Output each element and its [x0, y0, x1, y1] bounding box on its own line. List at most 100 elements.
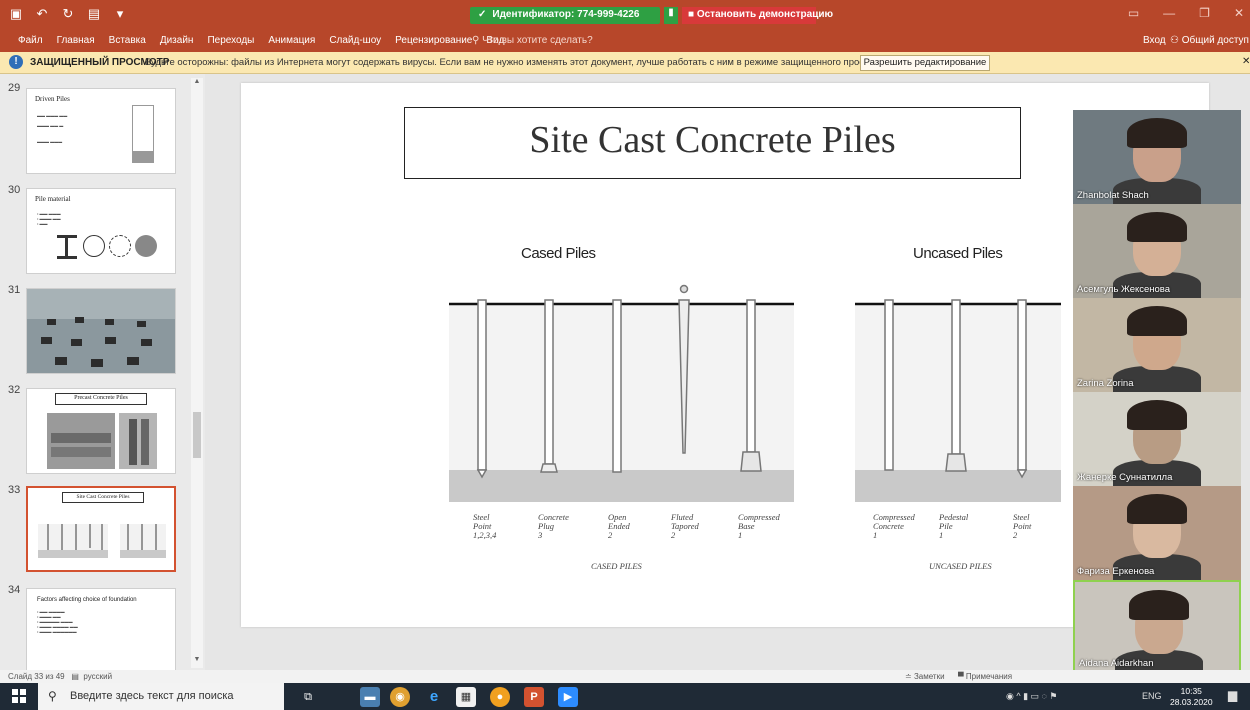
scroll-down-icon[interactable]: ▼ — [191, 656, 203, 668]
caption-pedestal-pile: Pedestal Pile 1 — [939, 512, 969, 540]
pile-diagram — [132, 105, 154, 155]
thumbnail-text: • ▬▬▬ ▬▬▬▬▬▬ — [37, 629, 77, 634]
customize-qat-icon[interactable]: ▾ — [112, 6, 128, 22]
redo-icon[interactable]: ↻ — [60, 6, 76, 22]
proofing-icon[interactable]: ▤ — [71, 672, 79, 681]
slide-canvas[interactable]: Site Cast Concrete Piles Cased Piles Unc… — [241, 83, 1209, 627]
participant-name: Zarina Zorina — [1077, 378, 1134, 389]
edge-icon[interactable]: e — [424, 687, 444, 707]
notification-icon[interactable]: ▆ — [1228, 688, 1237, 702]
uncased-piles-heading: Uncased Piles — [913, 245, 1003, 262]
precast-photos — [47, 413, 157, 469]
clock[interactable]: 10:35 28.03.2020 — [1170, 686, 1213, 708]
menu-tab[interactable]: Слайд-шоу — [329, 35, 381, 46]
scrollbar-thumb[interactable] — [193, 412, 201, 458]
slide-status: Слайд 33 из 49 ▤ русский — [8, 672, 112, 681]
menu-tab[interactable]: Вставка — [109, 35, 146, 46]
pile-photo — [27, 289, 175, 373]
windows-taskbar: ⚲ Введите здесь текст для поиска ⧉ ▬ ◉ e… — [0, 683, 1250, 710]
thumbnail-title-box: Site Cast Concrete Piles — [62, 492, 144, 503]
menu-tabs: Файл Главная Вставка Дизайн Переходы Анимация… — [18, 35, 504, 46]
input-language[interactable]: ENG — [1142, 691, 1162, 701]
quick-access-toolbar: ▣ ↶ ↻ ▤ ▾ — [8, 6, 128, 22]
powerpoint-icon[interactable]: P — [524, 687, 544, 707]
thumbnail-scrollbar[interactable]: ▲ ▼ — [191, 78, 203, 668]
tray-icons[interactable]: ◉ ^ ▮ ▭ ◌ ⚑ — [1006, 691, 1057, 702]
notes-button[interactable]: ≐ Заметки — [905, 672, 945, 681]
thumbnail-text: ▬▬▬ ▬▬▬ — [37, 139, 63, 144]
timber-icon — [109, 235, 131, 257]
chrome-icon[interactable]: ◉ — [390, 687, 410, 707]
menu-tab[interactable]: Дизайн — [160, 35, 194, 46]
windows-start-icon[interactable] — [12, 689, 26, 703]
zoom-meeting-id[interactable]: ✓ Идентификатор: 774-999-4226 — [470, 7, 660, 24]
caption-steel-point-uncased: Steel Point 2 — [1013, 512, 1032, 540]
ribbon-tabs: Файл Главная Вставка Дизайн Переходы Анимация… — [0, 30, 1250, 52]
close-icon[interactable]: ✕ — [1234, 6, 1244, 20]
participant-video-tile[interactable]: Жанерке Суннатилла — [1073, 392, 1241, 486]
undo-icon[interactable]: ↶ — [34, 6, 50, 22]
cased-piles-heading: Cased Piles — [521, 245, 596, 262]
date: 28.03.2020 — [1170, 697, 1213, 707]
enable-editing-button[interactable]: Разрешить редактирование — [860, 55, 990, 71]
thumbnail-title: Pile material — [35, 195, 71, 203]
close-bar-icon[interactable]: ✕ — [1242, 56, 1250, 67]
menu-tab[interactable]: Файл — [18, 35, 43, 46]
maximize-icon[interactable]: ❐ — [1199, 6, 1210, 20]
caption-compressed-concrete: Compressed Concrete 1 — [873, 512, 915, 540]
person-icon: ⚇ — [1170, 35, 1179, 46]
participant-video-tile[interactable]: Асемгуль Жексенова — [1073, 204, 1241, 298]
participant-video-tile[interactable]: Zarina Zorina — [1073, 298, 1241, 392]
participant-video-tile[interactable]: Zhanbolat Shach — [1073, 110, 1241, 204]
store-icon[interactable]: ▦ — [456, 687, 476, 707]
participant-video-tile[interactable]: Aidana Aidarkhan — [1073, 580, 1241, 674]
slide-thumbnail-31[interactable] — [26, 288, 176, 374]
minimize-icon[interactable]: — — [1163, 6, 1175, 20]
slide-thumbnail-29[interactable]: Driven Piles ▬▬ ▬▬▬ ▬▬ ▬▬▬ ▬▬ ▬ ▬▬▬ ▬▬▬ — [26, 88, 176, 174]
menu-tab[interactable]: Переходы — [207, 35, 254, 46]
save-icon[interactable]: ▣ — [8, 6, 24, 22]
slide-thumbnail-34[interactable]: Factors affecting choice of foundation •… — [26, 588, 176, 670]
task-view-icon[interactable]: ⧉ — [298, 687, 318, 707]
login-link[interactable]: Вход — [1143, 35, 1166, 46]
thumbnail-text: ▬▬ ▬▬▬ ▬▬ — [37, 113, 68, 118]
pile-diagram-mini — [38, 524, 166, 558]
slide-thumbnail-33[interactable]: Site Cast Concrete Piles — [26, 486, 176, 572]
search-placeholder: Введите здесь текст для поиска — [70, 690, 234, 702]
window-controls: ▭ — ❐ ✕ — [1128, 6, 1244, 20]
concrete-icon — [135, 235, 157, 257]
language-indicator[interactable]: русский — [83, 672, 112, 681]
browser-icon[interactable]: ● — [490, 687, 510, 707]
caption-compressed-base: Compressed Base 1 — [738, 512, 780, 540]
search-icon: ⚲ — [48, 689, 57, 703]
status-bar: Слайд 33 из 49 ▤ русский ≐ Заметки ▀ При… — [0, 670, 1250, 683]
thumbnail-text: • ▬▬ — [37, 221, 48, 226]
zoom-icon[interactable]: ▶ — [558, 687, 578, 707]
ribbon-display-icon[interactable]: ▭ — [1128, 6, 1139, 20]
slide-thumbnail-pane: 29 Driven Piles ▬▬ ▬▬▬ ▬▬ ▬▬▬ ▬▬ ▬ ▬▬▬ ▬… — [0, 74, 205, 670]
menu-tab[interactable]: Главная — [57, 35, 95, 46]
tell-me-box[interactable]: ⚲ Что вы хотите сделать? — [472, 35, 593, 46]
thumbnail-title: Factors affecting choice of foundation — [37, 597, 137, 603]
taskbar-search[interactable]: ⚲ Введите здесь текст для поиска — [38, 683, 284, 710]
protected-view-bar: ! ЗАЩИЩЕННЫЙ ПРОСМОТР Будьте осторожны: … — [0, 52, 1250, 74]
thumbnail-number: 30 — [8, 184, 21, 196]
participant-hair — [1129, 590, 1189, 620]
caption-fluted-tapored: Fluted Tapored 2 — [671, 512, 699, 540]
slide-thumbnail-30[interactable]: Pile material • ▬▬ ▬▬▬ • ▬▬▬ ▬▬ • ▬▬ — [26, 188, 176, 274]
start-slideshow-icon[interactable]: ▤ — [86, 6, 102, 22]
stop-share-button[interactable]: ■ Остановить демонстрацию — [682, 7, 833, 24]
comments-button[interactable]: ▀ Примечания — [958, 672, 1012, 681]
menu-tab[interactable]: Анимация — [268, 35, 315, 46]
participant-hair — [1127, 494, 1187, 524]
slide-thumbnail-32[interactable]: Precast Concrete Piles — [26, 388, 176, 474]
ibeam-icon — [57, 235, 77, 259]
share-button[interactable]: ⚇ Общий доступ — [1170, 35, 1249, 46]
scroll-up-icon[interactable]: ▲ — [191, 78, 203, 90]
signal-icon: ✓ — [478, 9, 487, 20]
lock-icon[interactable]: ▮ — [664, 7, 678, 24]
shield-icon: ! — [9, 55, 23, 69]
participant-video-tile[interactable]: Фариза Еркенова — [1073, 486, 1241, 580]
menu-tab[interactable]: Рецензирование — [395, 35, 472, 46]
file-explorer-icon[interactable]: ▬ — [360, 687, 380, 707]
